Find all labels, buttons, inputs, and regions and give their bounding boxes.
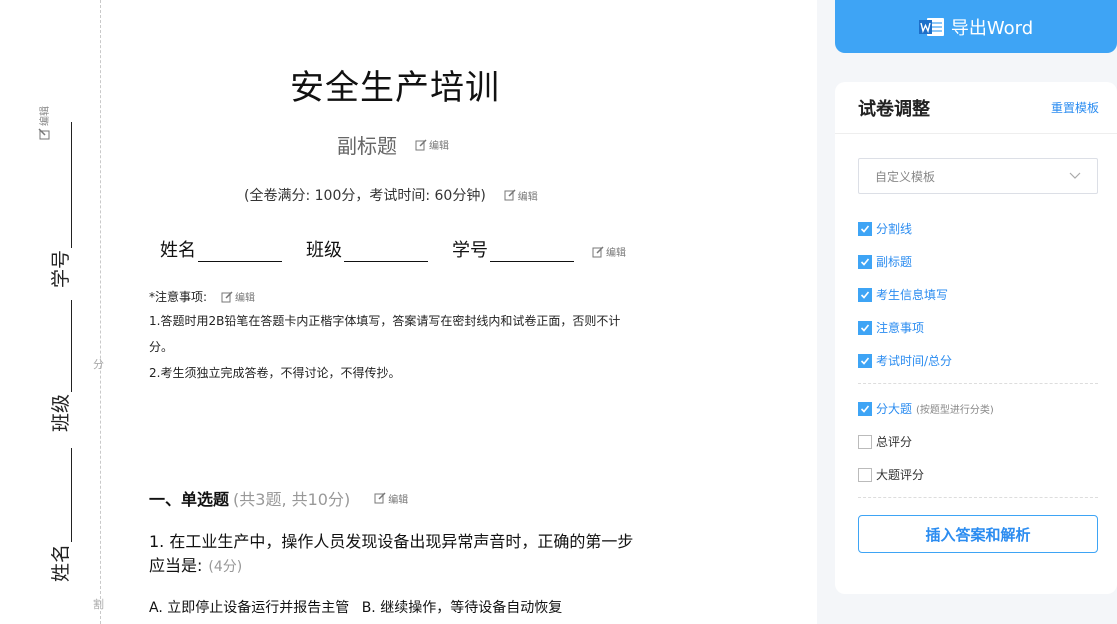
info-student-id-line bbox=[490, 244, 574, 262]
notes-head: *注意事项: 编辑 bbox=[149, 288, 639, 305]
exam-paper: 分 割 编辑 学号 班级 姓名 安全生产培训 副标题 编辑 (全卷满分: 100… bbox=[0, 0, 817, 624]
note-item: 2.考生须独立完成答卷，不得讨论，不得传抄。 bbox=[149, 366, 401, 380]
info-class: 班级 bbox=[306, 236, 428, 262]
checkbox-label: 总评分 bbox=[876, 435, 913, 449]
checkbox-checked-icon bbox=[858, 221, 872, 236]
option-b: B. 继续操作，等待设备自动恢复 bbox=[361, 600, 563, 616]
edit-label: 编辑 bbox=[388, 494, 409, 506]
edit-icon bbox=[37, 128, 49, 140]
edit-icon bbox=[592, 245, 604, 257]
score-edit-button[interactable]: 编辑 bbox=[504, 188, 538, 203]
checkbox-divider-line[interactable]: 分割线 bbox=[858, 212, 1098, 245]
checkbox-section-score[interactable]: 大题评分 bbox=[858, 458, 1098, 491]
checkbox-checked-icon bbox=[858, 401, 872, 416]
checkbox-label: 考生信息填写 bbox=[876, 288, 949, 302]
binding-edit-button[interactable]: 编辑 bbox=[36, 106, 51, 140]
name-line bbox=[52, 447, 72, 542]
binding-name: 姓名 bbox=[50, 447, 72, 582]
checkbox-label: 考试时间/总分 bbox=[876, 354, 953, 368]
binding-margin: 分 割 编辑 学号 班级 姓名 bbox=[0, 0, 104, 624]
binding-class: 班级 bbox=[50, 299, 72, 432]
notes-edit-button[interactable]: 编辑 bbox=[221, 289, 255, 304]
edit-label: 编辑 bbox=[606, 248, 626, 259]
edit-icon bbox=[415, 138, 427, 150]
checkbox-student-info[interactable]: 考生信息填写 bbox=[858, 278, 1098, 311]
score-row: (全卷满分: 100分，考试时间: 60分钟) 编辑 bbox=[244, 185, 538, 205]
info-student-id-label: 学号 bbox=[452, 240, 488, 261]
info-edit-button[interactable]: 编辑 bbox=[592, 244, 626, 259]
checkbox-label: 分大题 bbox=[876, 402, 913, 416]
chevron-down-icon bbox=[1069, 172, 1081, 179]
paper-subtitle: 副标题 bbox=[337, 134, 397, 158]
cut-mark: 分 bbox=[93, 358, 104, 371]
checkbox-unchecked-icon bbox=[858, 434, 872, 449]
checkbox-checked-icon bbox=[858, 320, 872, 335]
section-edit-button[interactable]: 编辑 bbox=[374, 491, 408, 506]
word-icon bbox=[918, 17, 944, 36]
question-1-options: A. 立即停止设备运行并报告主管 B. 继续操作，等待设备自动恢复 bbox=[149, 597, 570, 617]
class-line bbox=[52, 299, 72, 392]
checkbox-label: 副标题 bbox=[876, 255, 913, 269]
export-label: 导出Word bbox=[950, 17, 1034, 39]
notes-heading: *注意事项: bbox=[149, 290, 208, 304]
adjust-panel: 试卷调整 重置模板 自定义模板 分割线 副标题 考生信息填写 注意事项 考试时间… bbox=[835, 82, 1117, 594]
checkbox-total-score[interactable]: 总评分 bbox=[858, 425, 1098, 458]
class-label: 班级 bbox=[50, 393, 72, 432]
checkbox-checked-icon bbox=[858, 353, 872, 368]
question-1[interactable]: 1. 在工业生产中，操作人员发现设备出现异常声音时，正确的第一步应当是: (4分) bbox=[149, 530, 639, 579]
edit-label: 编辑 bbox=[40, 106, 51, 126]
info-name: 姓名 bbox=[160, 236, 282, 262]
student-id-line bbox=[52, 121, 72, 248]
notes-block: *注意事项: 编辑 1.答题时用2B铅笔在答题卡内正楷字体填写，答案请写在密封线… bbox=[149, 288, 639, 386]
score-info: (全卷满分: 100分，考试时间: 60分钟) bbox=[244, 188, 486, 204]
checkbox-hint: (按题型进行分类) bbox=[916, 405, 994, 416]
subtitle-row: 副标题 编辑 bbox=[337, 130, 449, 159]
template-select[interactable]: 自定义模板 bbox=[858, 158, 1098, 194]
edit-label: 编辑 bbox=[429, 141, 449, 152]
reset-template-link[interactable]: 重置模板 bbox=[1051, 99, 1099, 116]
section-title: 一、单选题 bbox=[149, 490, 230, 509]
subtitle-edit-button[interactable]: 编辑 bbox=[415, 137, 449, 152]
checkbox-label: 注意事项 bbox=[876, 321, 925, 335]
checkbox-unchecked-icon bbox=[858, 467, 872, 482]
student-id-label: 学号 bbox=[50, 249, 72, 288]
panel-header: 试卷调整 重置模板 bbox=[835, 82, 1117, 134]
info-class-line bbox=[344, 244, 428, 262]
info-student-id: 学号 bbox=[452, 236, 574, 262]
template-select-value: 自定义模板 bbox=[875, 169, 936, 184]
divider bbox=[858, 383, 1098, 384]
info-name-line bbox=[198, 244, 282, 262]
paper-title: 安全生产培训 bbox=[290, 68, 500, 108]
edit-icon bbox=[374, 492, 386, 504]
info-name-label: 姓名 bbox=[160, 240, 196, 261]
checkbox-checked-icon bbox=[858, 287, 872, 302]
section-meta: (共3题, 共10分) bbox=[233, 490, 351, 509]
name-label: 姓名 bbox=[50, 543, 72, 582]
checkbox-notes[interactable]: 注意事项 bbox=[858, 311, 1098, 344]
section-header: 一、单选题 (共3题, 共10分) 编辑 bbox=[149, 486, 408, 510]
checkbox-label: 大题评分 bbox=[876, 468, 925, 482]
checkbox-time-score[interactable]: 考试时间/总分 bbox=[858, 344, 1098, 377]
divider bbox=[858, 497, 1098, 498]
edit-label: 编辑 bbox=[517, 191, 538, 203]
option-a: A. 立即停止设备运行并报告主管 bbox=[149, 600, 350, 616]
binding-student-id: 学号 bbox=[50, 121, 72, 288]
edit-label: 编辑 bbox=[235, 293, 256, 304]
checkbox-label: 分割线 bbox=[876, 222, 913, 236]
checkbox-subtitle[interactable]: 副标题 bbox=[858, 245, 1098, 278]
edit-icon bbox=[221, 290, 233, 302]
export-word-button[interactable]: 导出Word bbox=[835, 0, 1117, 53]
info-class-label: 班级 bbox=[306, 240, 342, 261]
checkbox-split-sections[interactable]: 分大题 (按题型进行分类) bbox=[858, 392, 1098, 425]
edit-icon bbox=[504, 189, 516, 201]
note-item: 1.答题时用2B铅笔在答题卡内正楷字体填写，答案请写在密封线内和试卷正面，否则不… bbox=[149, 314, 621, 354]
cut-mark: 割 bbox=[93, 598, 104, 611]
checkbox-checked-icon bbox=[858, 254, 872, 269]
insert-answers-button[interactable]: 插入答案和解析 bbox=[858, 515, 1098, 553]
question-points: (4分) bbox=[208, 559, 243, 575]
option-checkboxes: 分割线 副标题 考生信息填写 注意事项 考试时间/总分 分大题 (按题型进行分类… bbox=[858, 212, 1098, 506]
student-info-row: 姓名 班级 学号 编辑 bbox=[160, 236, 626, 262]
panel-title: 试卷调整 bbox=[858, 98, 930, 120]
